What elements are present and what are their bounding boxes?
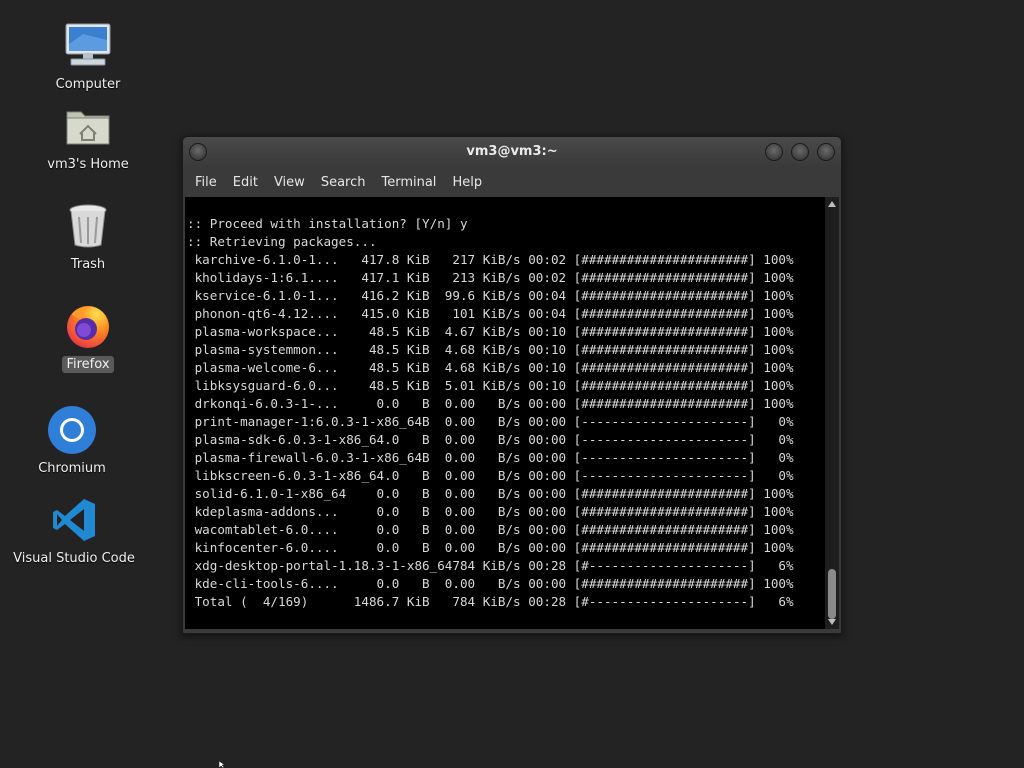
menu-bar: File Edit View Search Terminal Help [183,167,841,197]
menu-search[interactable]: Search [313,175,374,190]
home-folder-icon [62,100,114,152]
terminal-line: karchive-6.1.0-1... 417.8 KiB 217 KiB/s … [187,252,794,267]
desktop-icon-label: Computer [55,77,121,92]
terminal-line: plasma-workspace... 48.5 KiB 4.67 KiB/s … [187,324,794,339]
desktop-icon-trash[interactable]: Trash [40,200,136,273]
terminal-line: wacomtablet-6.0.... 0.0 B 0.00 B/s 00:00… [187,522,794,537]
chromium-icon [46,404,98,456]
mouse-cursor-icon [219,761,225,768]
terminal-line: plasma-systemmon... 48.5 KiB 4.68 KiB/s … [187,342,794,357]
desktop-icon-chromium[interactable]: Chromium [24,404,120,477]
menu-view[interactable]: View [266,175,313,190]
menu-edit[interactable]: Edit [225,175,266,190]
scroll-up-arrow-icon[interactable] [828,201,836,207]
terminal-line: libksysguard-6.0... 48.5 KiB 5.01 KiB/s … [187,378,794,393]
terminal-line: print-manager-1:6.0.3-1-x86_64B 0.00 B/s… [187,414,794,429]
terminal-text: :: Proceed with installation? [Y/n] y:: … [185,197,825,611]
scrollbar-thumb[interactable] [828,569,836,619]
menu-file[interactable]: File [187,175,225,190]
desktop-icon-label: vm3's Home [47,157,129,172]
terminal-line: drkonqi-6.0.3-1-... 0.0 B 0.00 B/s 00:00… [187,396,794,411]
scroll-down-arrow-icon[interactable] [828,619,836,625]
terminal-window: vm3@vm3:~ File Edit View Search Terminal… [182,136,842,634]
terminal-line: Total ( 4/169) 1486.7 KiB 784 KiB/s 00:2… [187,594,794,609]
terminal-line: kholidays-1:6.1.... 417.1 KiB 213 KiB/s … [187,270,794,285]
desktop-icon-label: Visual Studio Code [13,551,135,566]
terminal-line: kinfocenter-6.0.... 0.0 B 0.00 B/s 00:00… [187,540,794,555]
minimize-button[interactable] [765,143,783,161]
menu-terminal[interactable]: Terminal [373,175,444,190]
vscode-icon [48,494,100,546]
terminal-output[interactable]: :: Proceed with installation? [Y/n] y:: … [185,197,825,629]
terminal-line: plasma-welcome-6... 48.5 KiB 4.68 KiB/s … [187,360,794,375]
terminal-line: xdg-desktop-portal-1.18.3-1-x86_64784 Ki… [187,558,794,573]
terminal-line: kservice-6.1.0-1... 416.2 KiB 99.6 KiB/s… [187,288,794,303]
desktop-icon-computer[interactable]: Computer [40,20,136,93]
terminal-scrollbar[interactable] [825,197,839,629]
close-button[interactable] [817,143,835,161]
terminal-line: :: Proceed with installation? [Y/n] y [187,216,468,231]
window-titlebar[interactable]: vm3@vm3:~ [183,137,841,167]
trash-icon [62,200,114,252]
maximize-button[interactable] [791,143,809,161]
menu-help[interactable]: Help [444,175,490,190]
computer-icon [62,20,114,72]
window-title: vm3@vm3:~ [466,144,558,159]
desktop-icon-home[interactable]: vm3's Home [40,100,136,173]
terminal-line: solid-6.1.0-1-x86_64 0.0 B 0.00 B/s 00:0… [187,486,794,501]
terminal-line: plasma-sdk-6.0.3-1-x86_64.0 B 0.00 B/s 0… [187,432,794,447]
terminal-line: libkscreen-6.0.3-1-x86_64.0 B 0.00 B/s 0… [187,468,794,483]
terminal-line: phonon-qt6-4.12.... 415.0 KiB 101 KiB/s … [187,306,794,321]
desktop-icon-vscode[interactable]: Visual Studio Code [13,494,135,567]
firefox-icon [62,300,114,352]
terminal-line: kdeplasma-addons... 0.0 B 0.00 B/s 00:00… [187,504,794,519]
terminal-line: kde-cli-tools-6.... 0.0 B 0.00 B/s 00:00… [187,576,794,591]
desktop-icon-label: Trash [70,257,106,272]
desktop-icon-firefox[interactable]: Firefox [40,300,136,373]
desktop-icon-label: Chromium [38,461,106,476]
terminal-line: :: Retrieving packages... [187,234,377,249]
terminal-line: plasma-firewall-6.0.3-1-x86_64B 0.00 B/s… [187,450,794,465]
desktop-icon-label: Firefox [62,356,114,373]
